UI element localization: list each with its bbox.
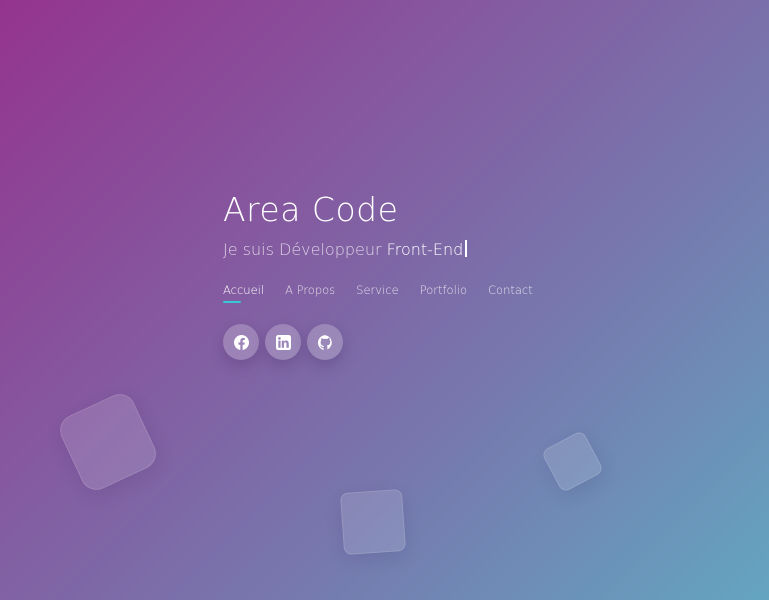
linkedin-icon xyxy=(275,334,291,350)
hero-subtitle: Je suis Développeur Front-End xyxy=(223,239,703,261)
decorative-square xyxy=(339,488,407,556)
decorative-square xyxy=(54,388,162,496)
typed-role: Front-End xyxy=(386,240,464,259)
linkedin-button[interactable] xyxy=(265,324,301,360)
hero-section: Area Code Je suis Développeur Front-End … xyxy=(223,190,703,360)
facebook-button[interactable] xyxy=(223,324,259,360)
decorative-square xyxy=(540,429,605,494)
nav-item-contact[interactable]: Contact xyxy=(488,283,533,303)
facebook-icon xyxy=(233,334,249,350)
social-links xyxy=(223,324,703,360)
subtitle-prefix: Je suis Développeur xyxy=(223,240,387,259)
nav-item-service[interactable]: Service xyxy=(356,283,399,303)
hero-title: Area Code xyxy=(223,190,399,229)
github-icon xyxy=(317,334,333,350)
nav-item-portfolio[interactable]: Portfolio xyxy=(420,283,467,303)
nav-item-accueil[interactable]: Accueil xyxy=(223,283,264,303)
nav-item-a-propos[interactable]: A Propos xyxy=(285,283,335,303)
main-nav: Accueil A Propos Service Portfolio Conta… xyxy=(223,283,703,303)
typing-cursor xyxy=(465,240,467,257)
github-button[interactable] xyxy=(307,324,343,360)
